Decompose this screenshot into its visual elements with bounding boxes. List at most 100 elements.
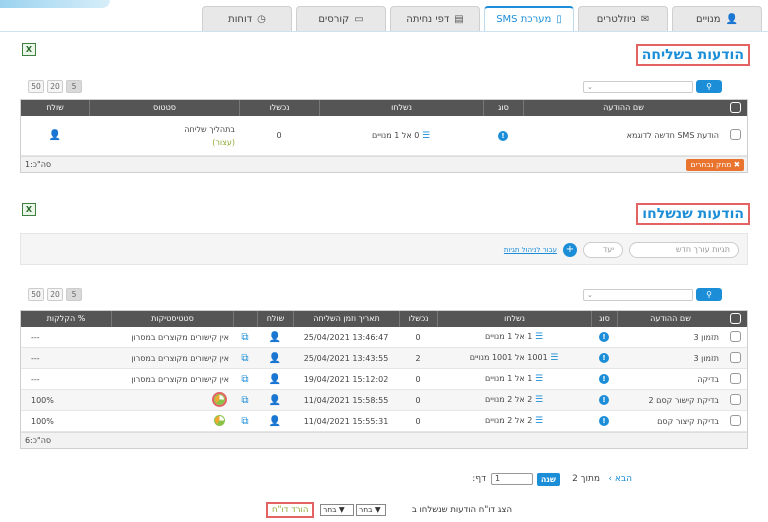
page-size-selector: 50 20 5	[28, 288, 82, 301]
excel-export-icon[interactable]: X	[22, 43, 36, 56]
tab-subscribers[interactable]: 👤 מנויים	[672, 6, 762, 31]
click-percent: ---	[31, 332, 40, 342]
info-icon[interactable]: !	[599, 374, 609, 384]
col-header: נכשלו	[239, 100, 319, 116]
select-all-cell	[723, 100, 747, 116]
plus-icon: +	[565, 244, 575, 255]
report-period-select-1[interactable]: בחר ▼	[356, 504, 386, 516]
target-filter-input[interactable]: יעד	[583, 242, 623, 258]
user-icon[interactable]: 👤	[269, 416, 281, 427]
logo-decoration	[0, 0, 110, 8]
add-tag-button[interactable]: +	[563, 243, 577, 257]
stats-cell: אין קישורים מקוצרים במסרון	[131, 353, 229, 363]
go-page-button[interactable]: שנה	[536, 473, 560, 486]
row-checkbox[interactable]	[729, 414, 741, 426]
page-number-input[interactable]: 1	[491, 473, 533, 485]
copy-icon[interactable]: ⧉	[241, 374, 248, 385]
stats-cell	[111, 391, 233, 407]
user-icon: 👤	[725, 13, 739, 25]
sent-cell: ☰ 1 אל 1 מנויים	[437, 374, 591, 384]
info-icon[interactable]: !	[599, 416, 609, 426]
page-size-20[interactable]: 20	[47, 80, 63, 93]
page-size-5[interactable]: 5	[66, 80, 82, 93]
status-cell: בתהליך שליחה (עצור)	[89, 123, 239, 149]
copy-icon[interactable]: ⧉	[241, 332, 248, 343]
report-period-select-2[interactable]: בחר ▼	[320, 504, 354, 516]
user-icon[interactable]: 👤	[269, 374, 281, 385]
clock-icon: ◷	[257, 13, 266, 25]
tab-newsletters[interactable]: ✉ ניוזלטרים	[578, 6, 668, 31]
list-icon[interactable]: ☰	[535, 332, 543, 342]
info-icon[interactable]: !	[599, 395, 609, 405]
excel-export-icon[interactable]: X	[22, 203, 36, 216]
chevron-down-icon: ▼	[374, 505, 381, 514]
sent-count: 1 אל 1 מנויים	[484, 374, 533, 383]
row-checkbox[interactable]	[729, 351, 741, 363]
status-stopped-link[interactable]: (עצור)	[212, 138, 235, 147]
table-row[interactable]: בדיקה ! ☰ 1 אל 1 מנויים 0 15:12:02 19/04…	[21, 369, 747, 390]
tab-landing-pages[interactable]: ▤ דפי נחיתה	[390, 6, 480, 31]
tab-reports[interactable]: ◷ דוחות	[202, 6, 292, 31]
search-field-select[interactable]: ⌄	[583, 80, 693, 93]
copy-cell: ⧉	[233, 374, 257, 385]
sent-cell: ☰ 0 אל 1 מנויים	[319, 131, 483, 141]
select-all-checkbox[interactable]	[729, 313, 741, 324]
message-name: בדיקה	[697, 374, 719, 384]
message-name: בדיקת קישור קסם 2	[648, 395, 719, 405]
tab-courses[interactable]: ▭ קורסים	[296, 6, 386, 31]
row-checkbox[interactable]	[729, 129, 741, 140]
copy-icon[interactable]: ⧉	[241, 416, 248, 427]
row-checkbox[interactable]	[729, 372, 741, 384]
search-box: ⌄ ⚲	[583, 80, 722, 93]
info-icon[interactable]: !	[599, 332, 609, 342]
page-size-20[interactable]: 20	[47, 288, 63, 301]
list-icon[interactable]: ☰	[535, 395, 543, 405]
table-row[interactable]: הודעת SMS חדשה לדוגמא ! ☰ 0 אל 1 מנויים …	[21, 116, 747, 156]
select-all-checkbox[interactable]	[729, 102, 741, 113]
table-row[interactable]: בדיקת קיצור קסם ! ☰ 2 אל 2 מנויים 0 15:5…	[21, 411, 747, 432]
manage-tags-link[interactable]: עבור לניהול תגיות	[504, 246, 557, 254]
tab-label: קורסים	[318, 13, 350, 25]
page-size-50[interactable]: 50	[28, 80, 44, 93]
info-icon[interactable]: !	[498, 130, 508, 141]
sender-cell: 👤	[257, 332, 293, 343]
row-check-cell	[723, 129, 747, 142]
sent-count: 1001 אל 1001 מנויים	[469, 353, 548, 362]
pie-chart-icon[interactable]	[214, 414, 225, 426]
list-icon[interactable]: ☰	[550, 353, 558, 363]
user-icon[interactable]: 👤	[269, 395, 281, 406]
message-name: הודעת SMS חדשה לדוגמא	[626, 131, 719, 140]
search-field-select[interactable]: ⌄	[583, 288, 693, 301]
page-size-50[interactable]: 50	[28, 288, 44, 301]
list-icon[interactable]: ☰	[535, 374, 543, 384]
table-row[interactable]: בדיקת קישור קסם 2 ! ☰ 2 אל 2 מנויים 0 15…	[21, 390, 747, 411]
copy-icon[interactable]: ⧉	[241, 353, 248, 364]
user-icon[interactable]: 👤	[269, 353, 281, 364]
pie-chart-icon[interactable]	[212, 391, 227, 407]
search-button[interactable]: ⚲	[696, 288, 722, 301]
envelope-icon: ✉	[640, 13, 650, 25]
sent-section-title: הודעות שנשלחו	[636, 203, 750, 225]
next-label: הבא	[614, 474, 632, 484]
download-report-button[interactable]: הורד דו"ח	[266, 502, 315, 518]
delete-selected-button[interactable]: ✖ מחק נבחרים	[686, 159, 744, 171]
tags-filter-input[interactable]: תגיות עורך חדש	[629, 242, 739, 258]
copy-icon[interactable]: ⧉	[241, 395, 248, 406]
tab-label: דפי נחיתה	[406, 13, 450, 25]
user-icon[interactable]: 👤	[269, 332, 281, 343]
row-checkbox[interactable]	[729, 330, 741, 342]
monitor-icon: ▭	[354, 13, 364, 25]
list-icon[interactable]: ☰	[535, 416, 543, 426]
search-button[interactable]: ⚲	[696, 80, 722, 93]
col-header: סוג	[483, 100, 523, 116]
info-icon[interactable]: !	[599, 353, 609, 363]
failed-count: 0	[276, 131, 282, 140]
page-size-5[interactable]: 5	[66, 288, 82, 301]
table-row[interactable]: תזמון 3 ! ☰ 1001 אל 1001 מנויים 2 13:43:…	[21, 348, 747, 369]
next-page-link[interactable]: הבא ›	[608, 474, 632, 484]
tab-sms-system[interactable]: ▯ מערכת SMS	[484, 6, 574, 31]
user-icon[interactable]: 👤	[49, 130, 61, 141]
list-icon[interactable]: ☰	[422, 131, 430, 141]
row-checkbox[interactable]	[729, 393, 741, 405]
table-row[interactable]: תזמון 3 ! ☰ 1 אל 1 מנויים 0 13:46:47 25/…	[21, 327, 747, 348]
